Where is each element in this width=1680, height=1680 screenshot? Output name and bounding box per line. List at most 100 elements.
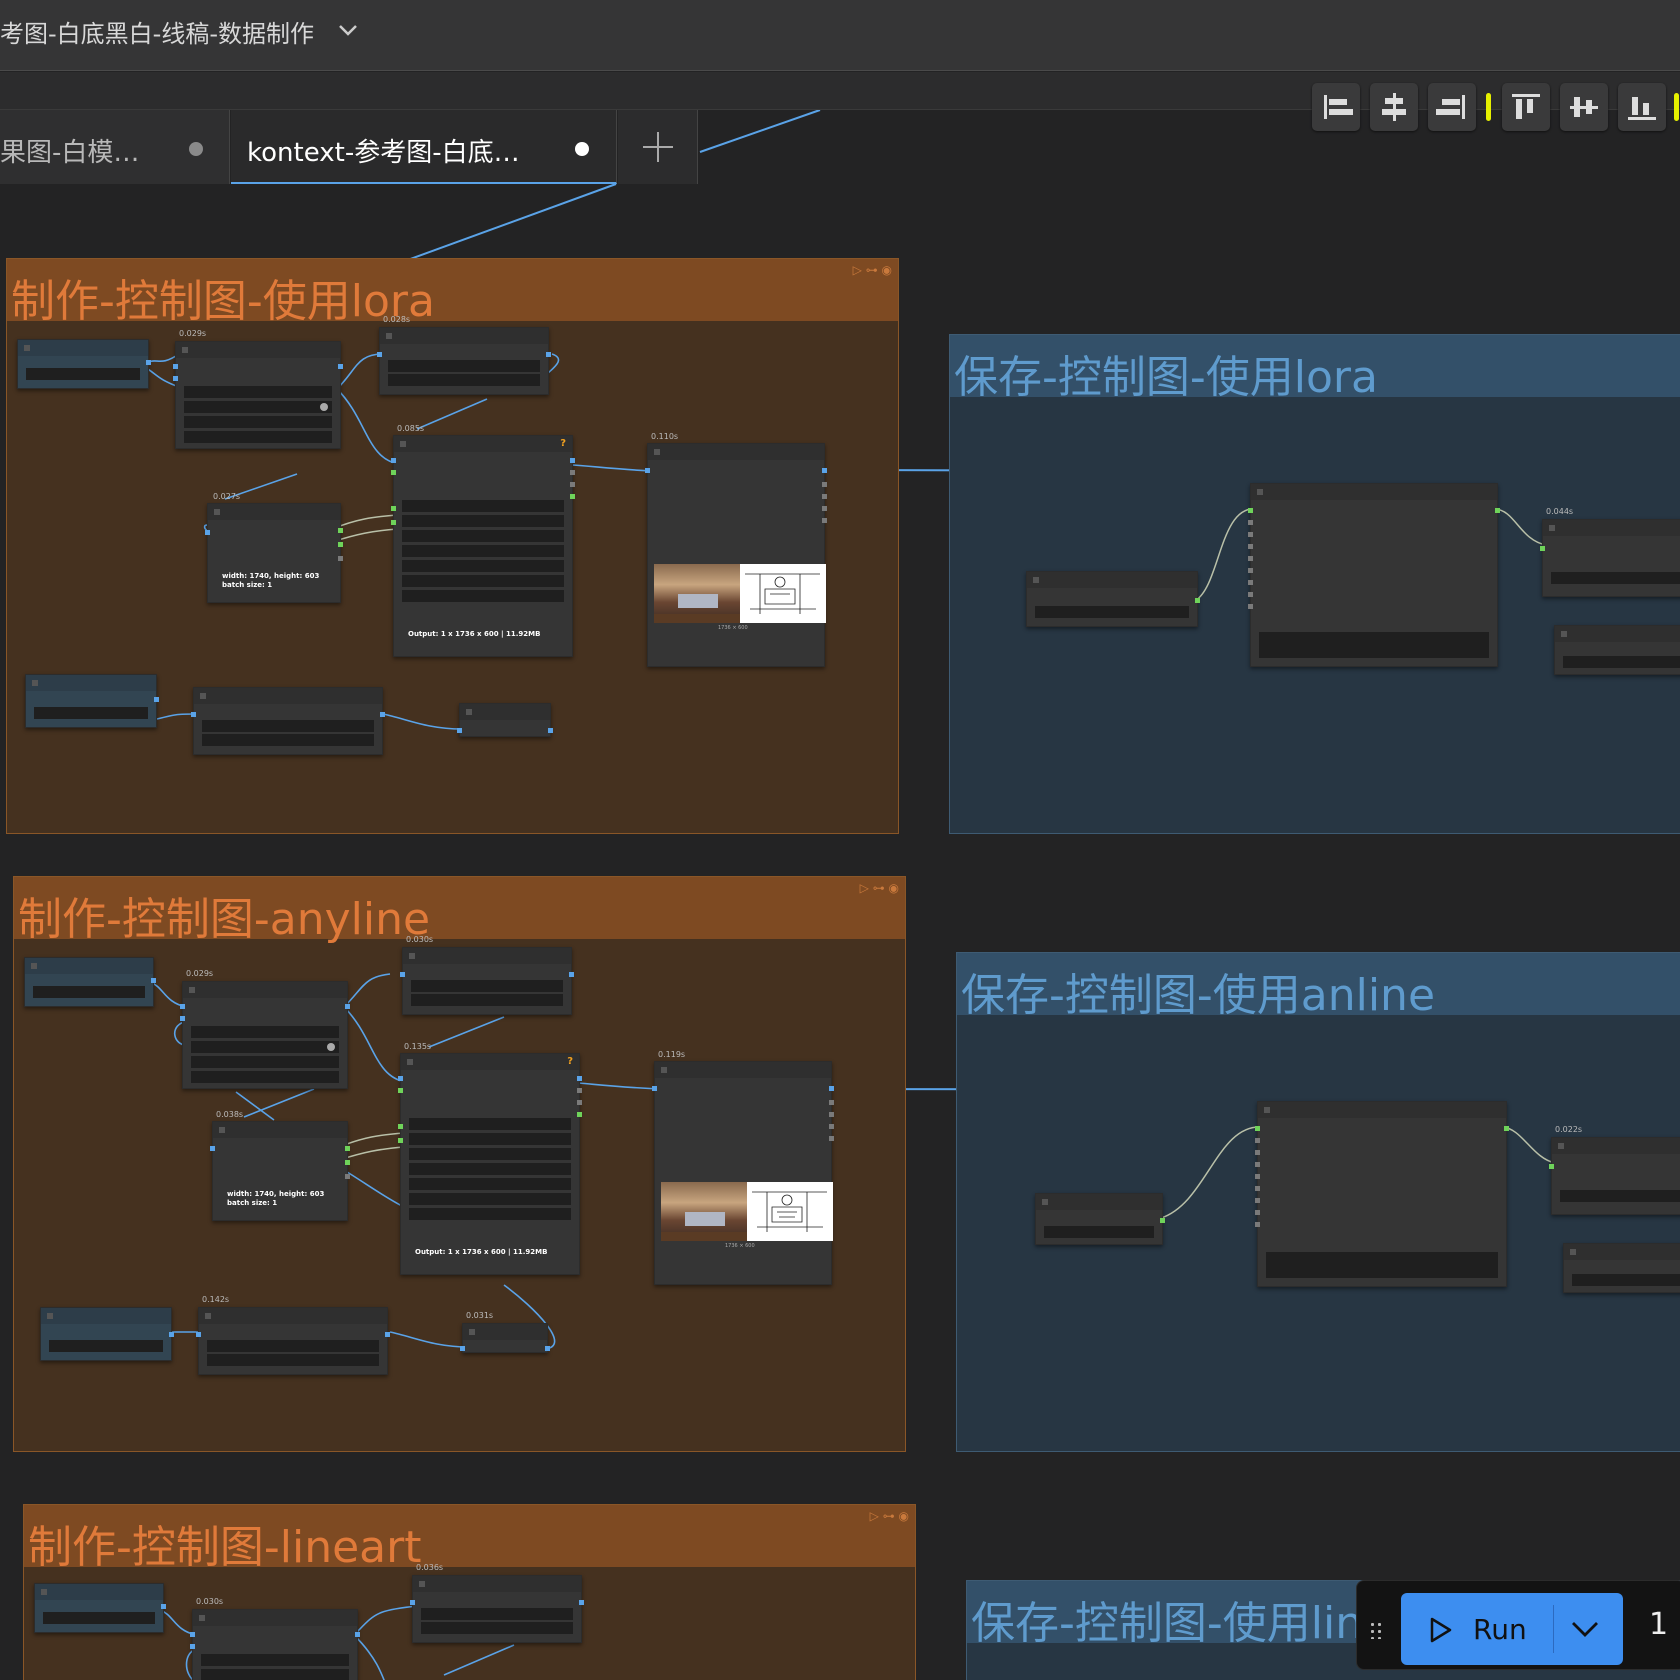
tab-workflow-2[interactable]: kontext-参考图-白底… bbox=[231, 110, 617, 184]
input-slot[interactable] bbox=[1248, 520, 1253, 525]
node-widget[interactable] bbox=[388, 374, 540, 386]
input-slot[interactable] bbox=[1255, 1210, 1260, 1215]
collapse-toggle[interactable] bbox=[407, 1059, 413, 1065]
output-slot[interactable] bbox=[570, 470, 575, 475]
node-load-input[interactable] bbox=[25, 674, 159, 728]
output-slot[interactable] bbox=[1504, 1126, 1509, 1131]
input-slot[interactable] bbox=[1255, 1174, 1260, 1179]
align-center-v-button[interactable] bbox=[1560, 83, 1608, 131]
output-slot[interactable] bbox=[151, 978, 156, 983]
output-slot[interactable] bbox=[338, 556, 343, 561]
output-slot[interactable] bbox=[546, 352, 551, 357]
input-slot[interactable] bbox=[1540, 546, 1545, 551]
collapse-toggle[interactable] bbox=[32, 680, 38, 686]
collapse-toggle[interactable] bbox=[386, 333, 392, 339]
collapse-toggle[interactable] bbox=[654, 449, 660, 455]
workflow-title[interactable]: 考图-白底黑白-线稿-数据制作 bbox=[0, 14, 314, 49]
collapse-toggle[interactable] bbox=[41, 1589, 47, 1595]
node-save-image[interactable] bbox=[1540, 519, 1680, 597]
input-slot[interactable] bbox=[1248, 544, 1253, 549]
node-widget[interactable] bbox=[191, 1071, 339, 1083]
input-slot[interactable] bbox=[398, 1124, 403, 1129]
group-make-control-anyline[interactable]: 制作-控制图-anyline ▷ ⊶ ◉ 0.029s 0.030s 0.135s… bbox=[13, 876, 906, 1452]
group-save-control-lora[interactable]: 保存-控制图-使用lora 0.044s bbox=[949, 334, 1680, 834]
output-slot[interactable] bbox=[1195, 598, 1200, 603]
input-slot[interactable] bbox=[180, 1004, 185, 1009]
help-icon[interactable]: ? bbox=[560, 438, 566, 449]
collapse-toggle[interactable] bbox=[219, 1127, 225, 1133]
node-widget[interactable] bbox=[411, 980, 563, 992]
output-slot[interactable] bbox=[829, 1136, 834, 1141]
collapse-toggle[interactable] bbox=[182, 347, 188, 353]
input-slot[interactable] bbox=[210, 1146, 215, 1151]
group-make-control-lineart[interactable]: 制作-控制图-lineart ▷ ⊶ ◉ 0.030s 0.036s bbox=[23, 1504, 916, 1680]
output-slot[interactable] bbox=[829, 1100, 834, 1105]
canvas[interactable]: 考图-白底黑白-线稿-数据制作 果图-白模… kontext-参考图-白底… 制… bbox=[0, 0, 1680, 1680]
node-widget[interactable] bbox=[1563, 656, 1680, 668]
node-load-model[interactable] bbox=[34, 1583, 166, 1633]
node-widget[interactable] bbox=[43, 1612, 155, 1624]
output-slot[interactable] bbox=[822, 506, 827, 511]
collapse-toggle[interactable] bbox=[200, 693, 206, 699]
input-slot[interactable] bbox=[377, 352, 382, 357]
node-save-process[interactable] bbox=[1255, 1101, 1509, 1287]
node-widget[interactable] bbox=[207, 1340, 379, 1352]
node-widget[interactable] bbox=[34, 707, 148, 719]
node-save-process[interactable] bbox=[1248, 483, 1500, 667]
input-slot[interactable] bbox=[190, 1644, 195, 1649]
node-widget[interactable] bbox=[1259, 632, 1489, 658]
node-widget[interactable] bbox=[402, 500, 564, 512]
input-slot[interactable] bbox=[190, 1632, 195, 1637]
input-slot[interactable] bbox=[1248, 556, 1253, 561]
node-load-model[interactable] bbox=[17, 339, 151, 389]
input-slot[interactable] bbox=[1248, 508, 1253, 513]
node-widget[interactable] bbox=[201, 1669, 349, 1680]
input-slot[interactable] bbox=[1255, 1150, 1260, 1155]
node-widget[interactable] bbox=[184, 431, 332, 443]
node-widget[interactable] bbox=[409, 1178, 571, 1190]
node-widget[interactable] bbox=[202, 720, 374, 732]
collapse-toggle[interactable] bbox=[199, 1615, 205, 1621]
node-ksampler[interactable]: ? Output: 1 x 1736 x 600 | 11.92MB bbox=[391, 435, 575, 657]
output-slot[interactable] bbox=[154, 697, 159, 702]
node-ksampler[interactable]: ? Output: 1 x 1736 x 600 | 11.92MB bbox=[398, 1053, 582, 1275]
node-lora-loader[interactable] bbox=[173, 341, 343, 449]
output-slot[interactable] bbox=[822, 494, 827, 499]
node-save-image[interactable] bbox=[1549, 1137, 1680, 1215]
output-slot[interactable] bbox=[822, 468, 827, 473]
output-slot[interactable] bbox=[577, 1076, 582, 1081]
node-reroute[interactable] bbox=[460, 1323, 550, 1353]
collapse-toggle[interactable] bbox=[1561, 631, 1567, 637]
output-slot[interactable] bbox=[146, 360, 151, 365]
node-widget[interactable] bbox=[1035, 606, 1189, 618]
node-image-compare[interactable]: 1736 × 600 bbox=[645, 443, 827, 667]
output-slot[interactable] bbox=[822, 518, 827, 523]
node-widget[interactable] bbox=[1044, 1226, 1154, 1238]
output-slot[interactable] bbox=[829, 1086, 834, 1091]
input-slot[interactable] bbox=[1255, 1222, 1260, 1227]
group-save-control-anline[interactable]: 保存-控制图-使用anline 0.022s bbox=[956, 952, 1680, 1452]
node-save-extra[interactable] bbox=[1554, 625, 1680, 675]
output-slot[interactable] bbox=[829, 1124, 834, 1129]
node-widget[interactable] bbox=[26, 368, 140, 380]
node-widget[interactable] bbox=[402, 515, 564, 527]
run-button[interactable]: Run bbox=[1401, 1593, 1623, 1665]
input-slot[interactable] bbox=[645, 468, 650, 473]
node-text-encode[interactable] bbox=[400, 947, 574, 1015]
group-make-control-lora[interactable]: 制作-控制图-使用lora ▷ ⊶ ◉ 0.029s 0.028s 0.085s … bbox=[6, 258, 899, 834]
node-widget[interactable] bbox=[207, 1354, 379, 1366]
node-widget[interactable] bbox=[1266, 1252, 1498, 1278]
node-widget[interactable] bbox=[409, 1208, 571, 1220]
output-slot[interactable] bbox=[161, 1604, 166, 1609]
node-widget[interactable] bbox=[409, 1133, 571, 1145]
input-slot[interactable] bbox=[205, 530, 210, 535]
output-slot[interactable] bbox=[577, 1112, 582, 1117]
node-widget[interactable] bbox=[402, 590, 564, 602]
collapse-toggle[interactable] bbox=[189, 987, 195, 993]
add-tab-button[interactable] bbox=[618, 110, 698, 184]
output-slot[interactable] bbox=[569, 972, 574, 977]
node-empty-latent[interactable]: width: 1740, height: 603 batch size: 1 bbox=[210, 1121, 350, 1221]
node-widget[interactable] bbox=[49, 1340, 163, 1352]
collapse-toggle[interactable] bbox=[205, 1313, 211, 1319]
node-widget[interactable] bbox=[201, 1654, 349, 1666]
